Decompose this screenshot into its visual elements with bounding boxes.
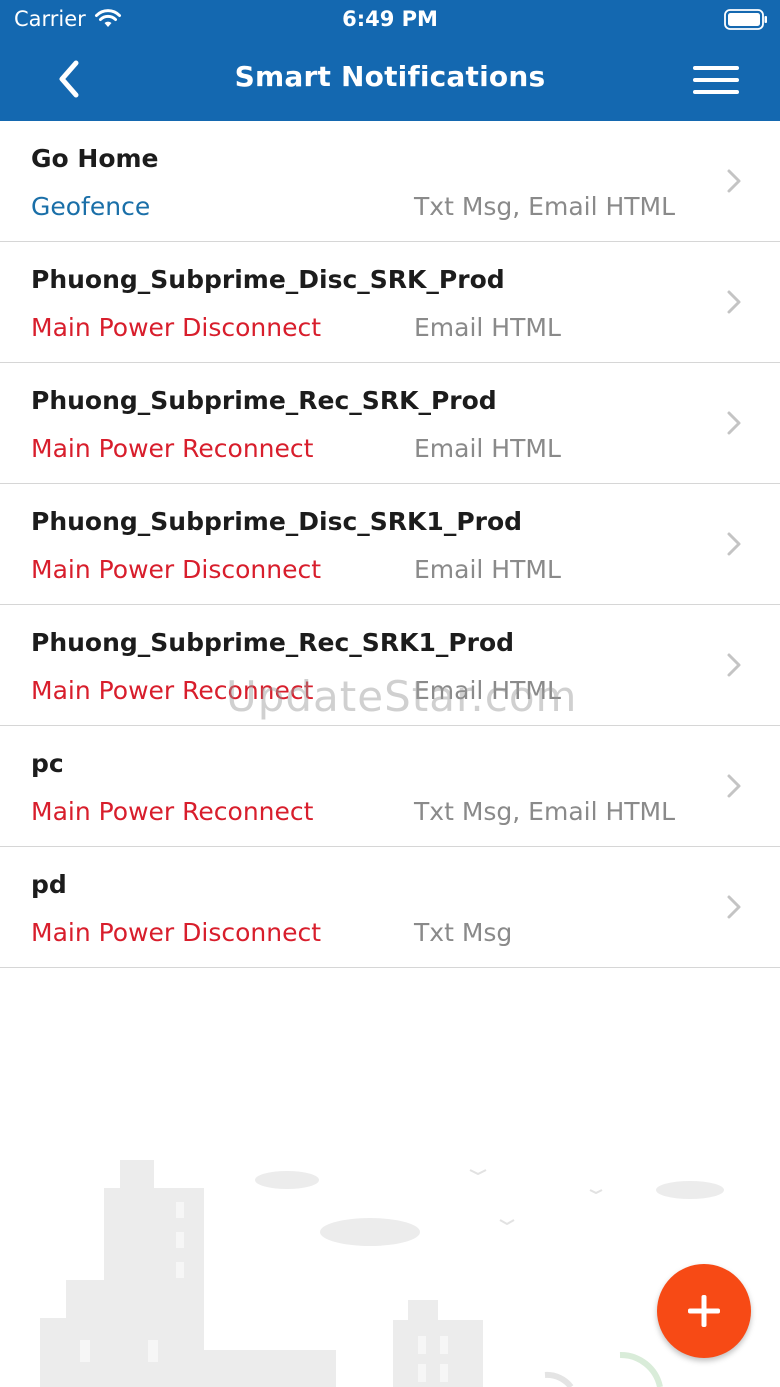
notification-name: pc (31, 749, 64, 778)
hamburger-menu-icon (693, 66, 739, 94)
chevron-right-icon (727, 895, 741, 919)
notification-channels: Email HTML (414, 555, 561, 584)
notification-row[interactable]: Phuong_Subprime_Disc_SRK_Prod Main Power … (0, 242, 780, 363)
notification-row[interactable]: Phuong_Subprime_Disc_SRK1_Prod Main Power… (0, 484, 780, 605)
chevron-right-icon (727, 532, 741, 556)
notification-type: Main Power Disconnect (31, 313, 322, 342)
battery-icon (724, 9, 767, 30)
city-illustration (40, 1160, 724, 1387)
plus-icon (688, 1295, 720, 1327)
notification-row[interactable]: pc Main Power Reconnect Txt Msg, Email HTM… (0, 726, 780, 847)
notification-row[interactable]: Phuong_Subprime_Rec_SRK_Prod Main Power R… (0, 363, 780, 484)
header: Carrier 6:49 PM Smart Notifications (0, 0, 780, 121)
notification-name: Phuong_Subprime_Rec_SRK1_Prod (31, 628, 515, 657)
notification-channels: Email HTML (414, 434, 561, 463)
chevron-right-icon (727, 653, 741, 677)
notification-row[interactable]: Go Home Geofence Txt Msg, Email HTML (0, 121, 780, 242)
chevron-right-icon (727, 411, 741, 435)
chevron-right-icon (727, 169, 741, 193)
notification-name: Phuong_Subprime_Rec_SRK_Prod (31, 386, 497, 415)
status-time: 6:49 PM (342, 7, 438, 31)
notification-type: Main Power Disconnect (31, 918, 322, 947)
notification-channels: Txt Msg, Email HTML (414, 192, 676, 221)
notification-name: Phuong_Subprime_Disc_SRK_Prod (31, 265, 505, 294)
notification-name: Phuong_Subprime_Disc_SRK1_Prod (31, 507, 523, 536)
notification-channels: Txt Msg (414, 918, 513, 947)
navigation-bar: Smart Notifications (0, 40, 780, 121)
notification-type: Main Power Reconnect (31, 797, 314, 826)
notification-type: Main Power Reconnect (31, 434, 314, 463)
notification-channels: Txt Msg, Email HTML (414, 797, 676, 826)
menu-button[interactable] (686, 58, 746, 102)
notification-type: Main Power Disconnect (31, 555, 322, 584)
notification-row[interactable]: pd Main Power Disconnect Txt Msg (0, 847, 780, 968)
page-title: Smart Notifications (234, 60, 546, 93)
add-notification-button[interactable] (657, 1264, 751, 1358)
notification-name: pd (31, 870, 67, 899)
watermark: UpdateStar.com (226, 672, 578, 721)
notification-type: Geofence (31, 192, 151, 221)
notification-list: Go Home Geofence Txt Msg, Email HTML Phuong… (0, 121, 780, 968)
notification-name: Go Home (31, 144, 159, 173)
notification-channels: Email HTML (414, 313, 561, 342)
status-bar: Carrier 6:49 PM (0, 0, 780, 40)
chevron-right-icon (727, 774, 741, 798)
chevron-right-icon (727, 290, 741, 314)
